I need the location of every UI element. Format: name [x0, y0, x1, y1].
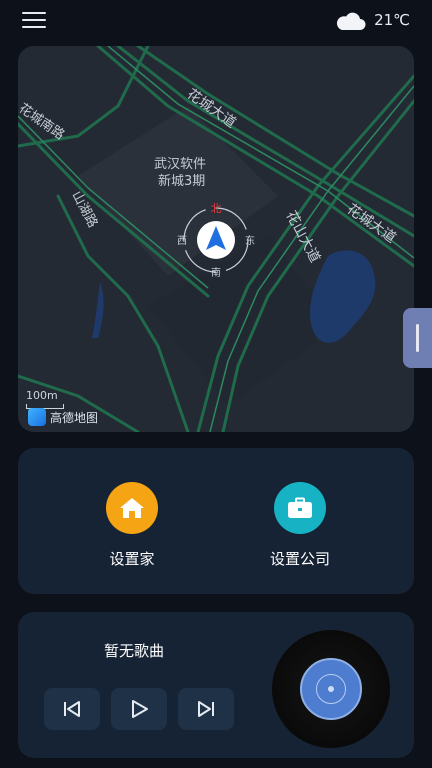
- poi-label-line-2: 新城3期: [158, 173, 205, 189]
- set-company-button[interactable]: 设置公司: [240, 482, 360, 569]
- home-icon-circle: [106, 482, 158, 534]
- temperature-text: 21℃: [374, 11, 410, 29]
- map-scale-text: 100m: [26, 389, 58, 402]
- amap-logo-text: 高德地图: [50, 410, 99, 425]
- next-icon: [198, 701, 214, 717]
- map-canvas[interactable]: 花城大道 花城大道 花山大道 花城南路 山湖路 武汉软件 新城3期 北 南 东 …: [18, 46, 414, 432]
- next-track-button[interactable]: [178, 688, 234, 730]
- compass-east: 东: [245, 234, 255, 247]
- previous-icon: [64, 701, 80, 717]
- menu-line: [22, 26, 46, 28]
- set-home-label: 设置家: [109, 550, 155, 568]
- compass-west: 西: [177, 236, 187, 247]
- side-drawer-handle[interactable]: [403, 308, 432, 368]
- song-title: 暂无歌曲: [104, 642, 165, 660]
- home-icon: [120, 498, 144, 518]
- set-home-button[interactable]: 设置家: [72, 482, 192, 569]
- compass-south: 南: [211, 266, 221, 279]
- cloud-icon: [337, 12, 366, 30]
- music-player-card: 暂无歌曲: [18, 612, 414, 758]
- quick-actions-card: 设置家 设置公司: [18, 448, 414, 594]
- previous-track-button[interactable]: [44, 688, 100, 730]
- weather-widget[interactable]: 21℃: [334, 6, 410, 34]
- play-button[interactable]: [111, 688, 167, 730]
- poi-label-line-1: 武汉软件: [154, 157, 206, 172]
- vinyl-center-hole: [328, 686, 334, 692]
- map-view[interactable]: 花城大道 花城大道 花山大道 花城南路 山湖路 武汉软件 新城3期 北 南 东 …: [18, 46, 414, 432]
- vinyl-record[interactable]: [272, 630, 390, 748]
- compass-north: 北: [211, 202, 222, 215]
- amap-logo-icon: [28, 408, 46, 426]
- menu-line: [22, 12, 46, 14]
- menu-button[interactable]: [22, 10, 48, 30]
- play-icon: [132, 700, 148, 718]
- amap-logo: 高德地图: [28, 408, 98, 426]
- set-company-label: 设置公司: [269, 550, 330, 568]
- menu-line: [22, 19, 46, 21]
- vinyl-label: [300, 658, 362, 720]
- briefcase-icon-circle: [274, 482, 326, 534]
- briefcase-icon: [288, 497, 312, 518]
- top-bar: 21℃: [0, 0, 432, 40]
